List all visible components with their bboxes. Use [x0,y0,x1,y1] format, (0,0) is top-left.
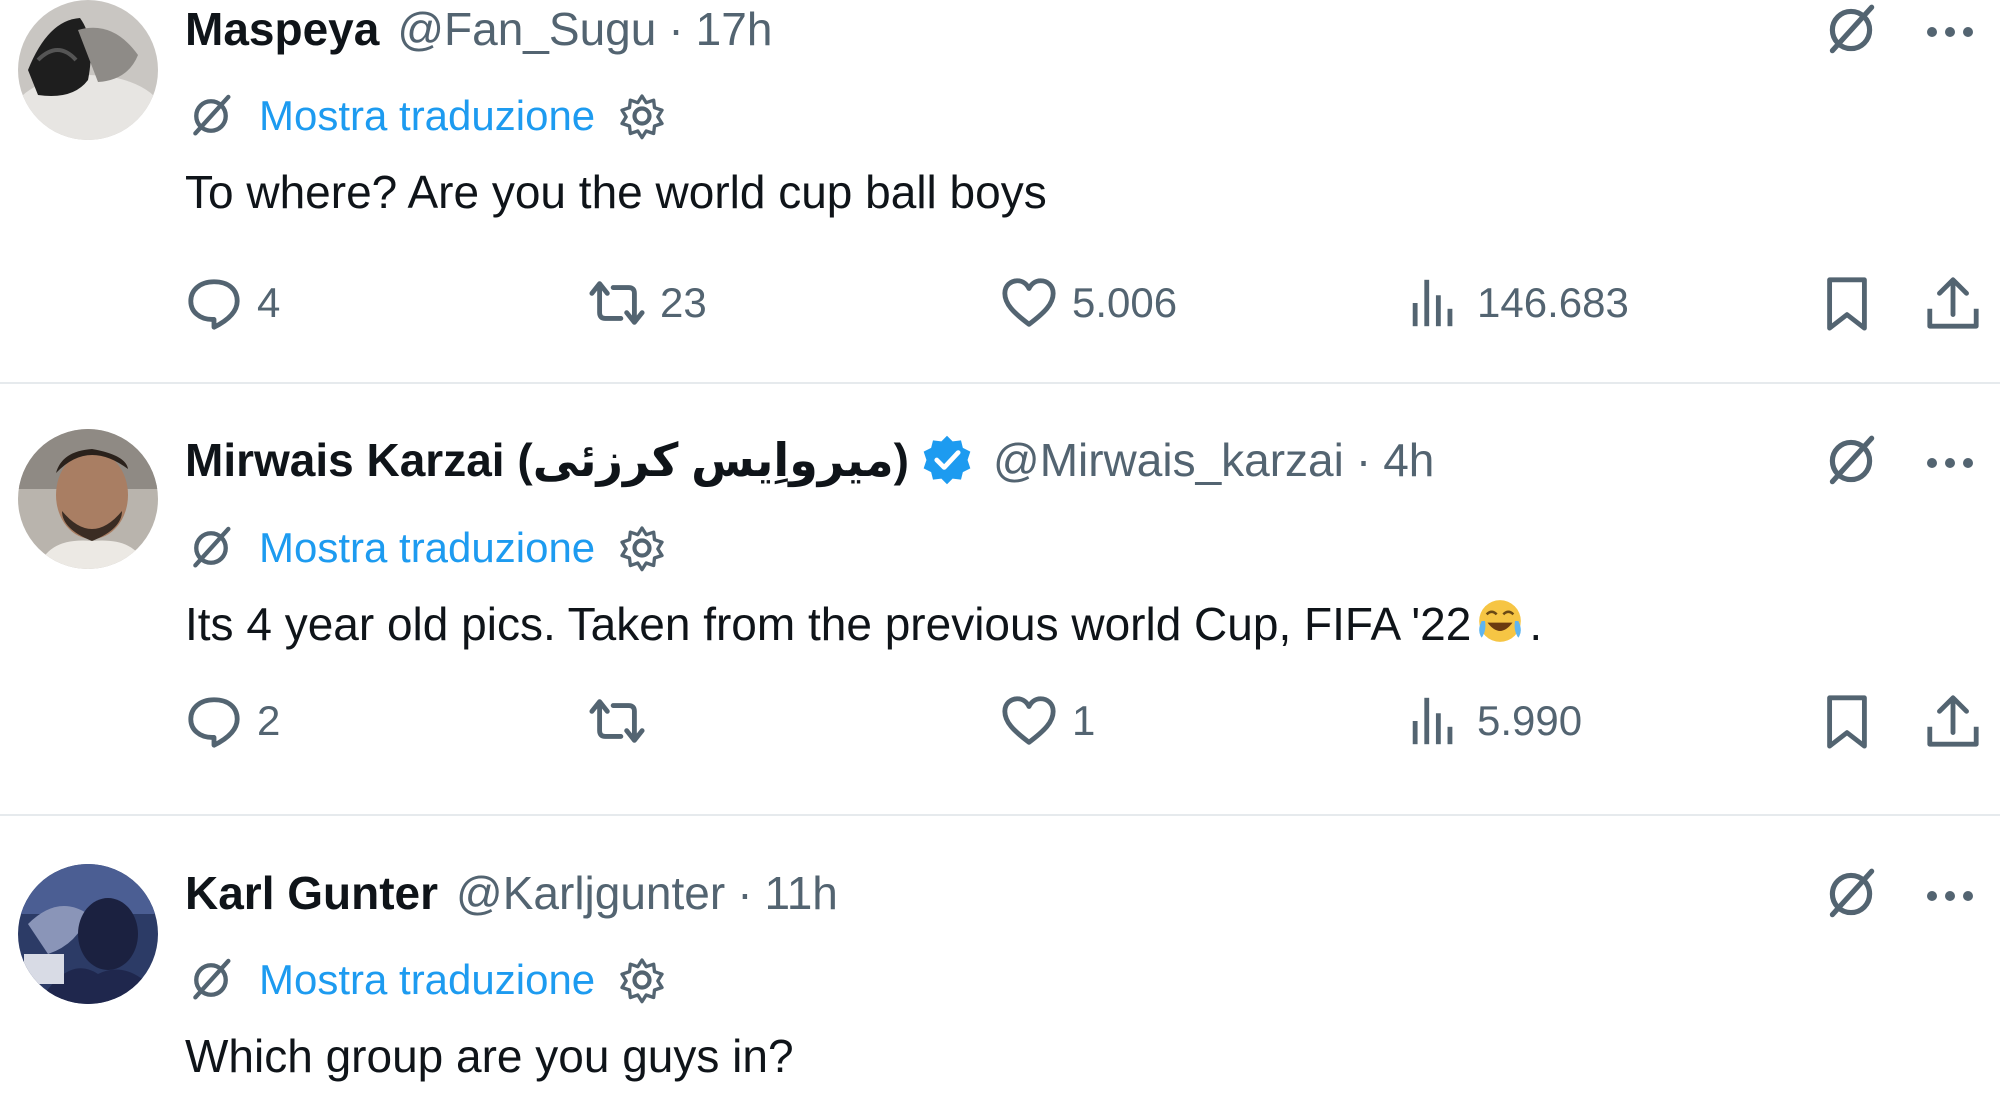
settings-gear-icon[interactable] [617,955,667,1005]
separator-dot: · [1355,434,1372,486]
show-translation-label: Mostra traduzione [259,956,596,1003]
tweet[interactable]: Maspeya @Fan_Sugu · 17h Mostra traduzion… [0,0,2000,382]
retweet-icon [588,692,646,750]
timestamp[interactable]: 11h [765,864,838,922]
show-translation-link[interactable]: Mostra traduzione [185,520,667,576]
views-bar-icon [1405,274,1463,332]
reply-feed: Maspeya @Fan_Sugu · 17h Mostra traduzion… [0,0,2000,1112]
separator-dot: · [737,867,753,919]
author-name[interactable]: Mirwais Karzai (میرواِیس کرزئی) [185,431,909,489]
show-translation-link[interactable]: Mostra traduzione [185,952,667,1008]
views-button[interactable]: 146.683 [1405,270,1629,336]
tweet-text-end: . [1529,598,1543,650]
grok-icon[interactable] [1820,863,1882,925]
grok-icon[interactable] [1820,0,1882,61]
share-button[interactable] [1924,688,1982,754]
grok-icon [185,522,237,574]
more-dots-icon[interactable] [1920,864,1980,924]
tweet-text-main: Its 4 year old pics. Taken from the prev… [185,598,1472,650]
views-button[interactable]: 5.990 [1405,688,1582,754]
tweet-text: Which group are you guys in? [185,1030,794,1082]
timestamp[interactable]: 4h [1383,431,1434,489]
action-bar: 4 23 5.006 146.683 [0,270,2000,336]
like-count: 5.006 [1072,279,1178,326]
more-dots-icon[interactable] [1920,431,1980,491]
show-translation-label: Mostra traduzione [259,524,596,571]
settings-gear-icon[interactable] [617,523,667,573]
reply-bubble-icon [185,692,243,750]
bookmark-icon [1818,692,1876,750]
verified-badge-icon[interactable] [919,432,975,488]
tweet-text: To where? Are you the world cup ball boy… [185,166,1047,218]
more-dots-icon[interactable] [1920,0,1980,60]
reply-button[interactable]: 2 [185,688,280,754]
grok-icon[interactable] [1820,430,1882,492]
share-icon [1924,692,1982,750]
avatar[interactable] [18,864,158,1004]
avatar[interactable] [18,0,158,140]
grok-icon [185,90,237,142]
views-count: 146.683 [1477,279,1629,326]
author-handle[interactable]: @Karljgunter [456,864,725,922]
views-count: 5.990 [1477,697,1583,744]
share-icon [1924,274,1982,332]
avatar[interactable] [18,429,158,569]
heart-icon [1000,692,1058,750]
settings-gear-icon[interactable] [617,91,667,141]
views-bar-icon [1405,692,1463,750]
grok-icon [185,954,237,1006]
reply-count: 2 [257,697,281,744]
reply-count: 4 [257,279,281,326]
share-button[interactable] [1924,270,1982,336]
tears-of-joy-emoji [1475,596,1525,646]
tweet[interactable]: Karl Gunter @Karljgunter · 11h Mostra tr… [0,816,2000,1112]
tweet-text: Its 4 year old pics. Taken from the prev… [185,594,1542,654]
timestamp[interactable]: 17h [696,0,773,58]
like-button[interactable]: 1 [1000,688,1095,754]
separator-dot: · [668,3,684,55]
author-name[interactable]: Maspeya [185,0,379,58]
heart-icon [1000,274,1058,332]
author-handle[interactable]: @Mirwais_karzai [993,431,1344,489]
bookmark-button[interactable] [1818,270,1876,336]
like-count: 1 [1072,697,1096,744]
retweet-count: 23 [660,279,707,326]
retweet-button[interactable] [588,688,660,754]
show-translation-link[interactable]: Mostra traduzione [185,88,667,144]
author-handle[interactable]: @Fan_Sugu [397,0,656,58]
action-bar: 2 1 5.990 [0,688,2000,754]
like-button[interactable]: 5.006 [1000,270,1177,336]
tweet[interactable]: Mirwais Karzai (میرواِیس کرزئی) @Mirwais… [0,384,2000,814]
retweet-icon [588,274,646,332]
show-translation-label: Mostra traduzione [259,92,596,139]
bookmark-icon [1818,274,1876,332]
reply-button[interactable]: 4 [185,270,280,336]
bookmark-button[interactable] [1818,688,1876,754]
retweet-button[interactable]: 23 [588,270,707,336]
author-name[interactable]: Karl Gunter [185,864,438,922]
reply-bubble-icon [185,274,243,332]
